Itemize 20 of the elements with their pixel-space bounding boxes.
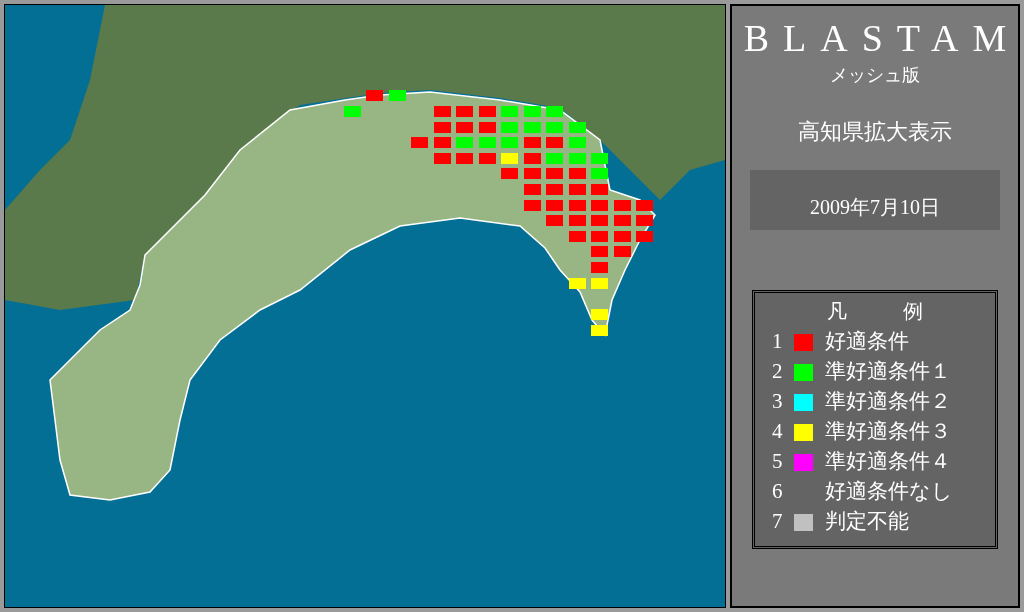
app-title: BLASTAM [742,16,1021,60]
app-subtitle: メッシュ版 [830,64,920,87]
legend-number: 2 [772,358,784,386]
legend-number: 4 [772,418,784,446]
legend-label: 準好適条件２ [825,388,951,416]
legend-label: 好適条件 [825,328,909,356]
legend-number: 7 [772,508,784,536]
legend-number: 6 [772,478,784,506]
legend-number: 3 [772,388,784,416]
date-text: 2009年7月10日 [810,195,940,220]
legend-title: 凡 [827,299,847,323]
legend-title: 例 [903,299,923,323]
legend-label: 準好適条件１ [825,358,951,386]
legend-label: 準好適条件４ [825,448,951,476]
region-label: 高知県拡大表示 [798,118,952,146]
legend-label: 判定不能 [825,508,909,536]
legend-number: 1 [772,328,784,356]
legend-number: 5 [772,448,784,476]
legend-label: 好適条件なし [825,478,953,506]
legend-label: 準好適条件３ [825,418,951,446]
